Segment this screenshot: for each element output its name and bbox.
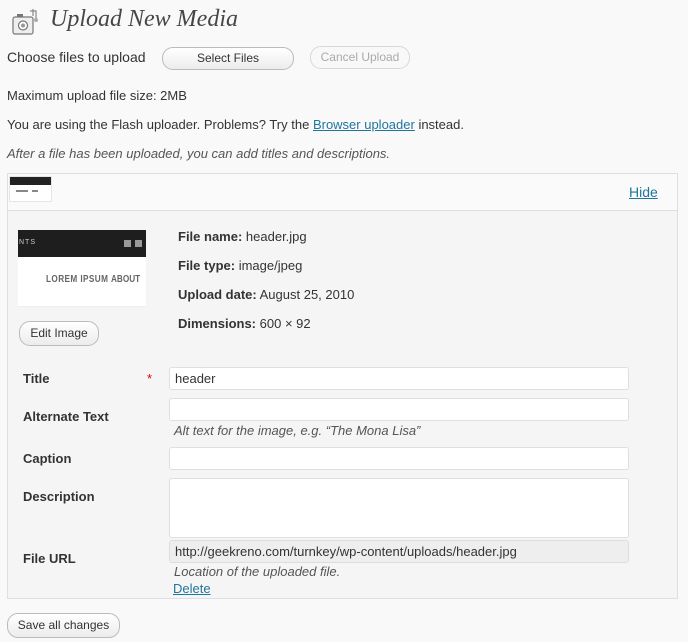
file-type-meta: File type: image/jpeg bbox=[178, 258, 302, 273]
delete-link[interactable]: Delete bbox=[173, 581, 211, 596]
thumbnail-bar-text: NTS bbox=[19, 239, 36, 246]
required-marker: * bbox=[147, 371, 153, 386]
file-name-meta: File name: header.jpg bbox=[178, 229, 307, 244]
file-name-value: header.jpg bbox=[245, 229, 307, 244]
save-all-changes-button[interactable]: Save all changes bbox=[7, 613, 120, 638]
choose-files-label: Choose files to upload bbox=[7, 49, 146, 65]
description-textarea[interactable] bbox=[169, 478, 629, 538]
media-upload-icon bbox=[10, 8, 40, 38]
description-label: Description bbox=[23, 489, 95, 504]
upload-date-meta: Upload date: August 25, 2010 bbox=[178, 287, 354, 302]
file-url-input[interactable] bbox=[169, 540, 629, 563]
upload-date-label: Upload date: bbox=[178, 287, 257, 302]
alternate-text-label: Alternate Text bbox=[23, 409, 109, 424]
select-files-button[interactable]: Select Files bbox=[162, 47, 294, 70]
max-upload-size-text: Maximum upload file size: 2MB bbox=[7, 88, 187, 103]
alt-text-help: Alt text for the image, e.g. “The Mona L… bbox=[174, 423, 421, 438]
dimensions-value: 600 × 92 bbox=[259, 316, 311, 331]
media-item-mini-thumbnail bbox=[9, 176, 52, 202]
upload-date-value: August 25, 2010 bbox=[259, 287, 355, 302]
caption-label: Caption bbox=[23, 451, 72, 466]
cancel-upload-button[interactable]: Cancel Upload bbox=[310, 46, 410, 69]
thumbnail-nav-about: ABOUT bbox=[111, 274, 141, 285]
dimensions-meta: Dimensions: 600 × 92 bbox=[178, 316, 311, 331]
title-input[interactable] bbox=[169, 367, 629, 390]
caption-input[interactable] bbox=[169, 447, 629, 470]
browser-uploader-link[interactable]: Browser uploader bbox=[313, 117, 415, 132]
dimensions-label: Dimensions: bbox=[178, 316, 257, 331]
edit-image-button[interactable]: Edit Image bbox=[19, 321, 99, 346]
page-title: Upload New Media bbox=[50, 6, 238, 32]
thumbnail-nav-lorem: LOREM IPSUM bbox=[46, 274, 109, 285]
after-upload-note: After a file has been uploaded, you can … bbox=[7, 146, 391, 161]
alternate-text-input[interactable] bbox=[169, 398, 629, 421]
title-label: Title bbox=[23, 371, 50, 386]
file-type-value: image/jpeg bbox=[238, 258, 303, 273]
file-name-label: File name: bbox=[178, 229, 243, 244]
hide-link[interactable]: Hide bbox=[629, 184, 658, 200]
flash-uploader-notice: You are using the Flash uploader. Proble… bbox=[7, 117, 464, 132]
media-item-header bbox=[8, 174, 677, 211]
flash-notice-suffix: instead. bbox=[414, 117, 464, 132]
file-type-label: File type: bbox=[178, 258, 236, 273]
flash-notice-text: You are using the Flash uploader. Proble… bbox=[7, 117, 313, 132]
file-url-help: Location of the uploaded file. bbox=[174, 564, 341, 579]
file-url-label: File URL bbox=[23, 551, 76, 566]
image-thumbnail: NTS LOREM IPSUM ABOUT bbox=[18, 230, 146, 307]
